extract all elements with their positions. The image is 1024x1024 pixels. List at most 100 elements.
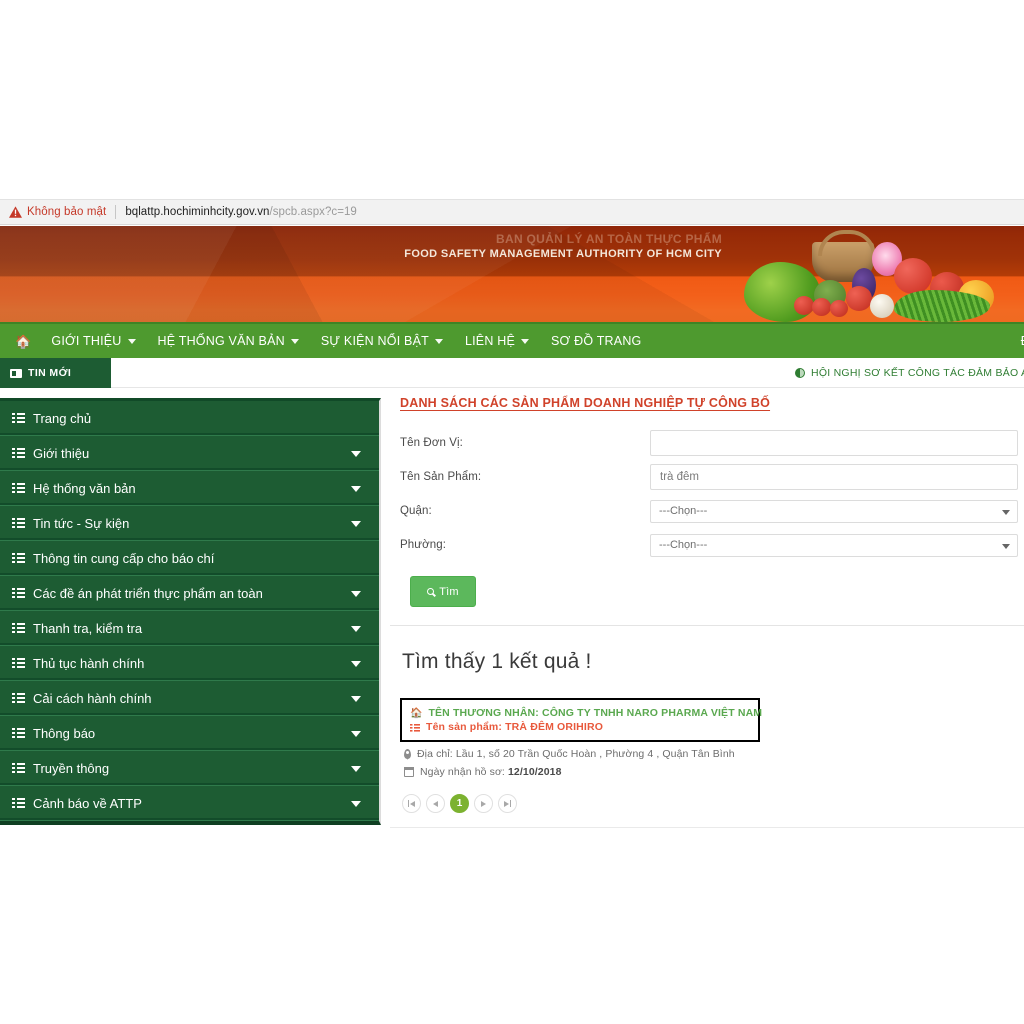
list-icon bbox=[12, 728, 25, 738]
sidebar-item-10[interactable]: Truyền thông bbox=[0, 751, 379, 786]
vegetables-image bbox=[686, 240, 1006, 322]
result-address: Địa chỉ: Lầu 1, số 20 Trần Quốc Hoàn , P… bbox=[417, 748, 735, 760]
unit-name-input[interactable] bbox=[650, 430, 1018, 456]
list-icon bbox=[410, 724, 420, 732]
calendar-icon bbox=[404, 768, 414, 777]
url-path: /spcb.aspx?c=19 bbox=[269, 206, 356, 218]
sidebar-item-9[interactable]: Thông báo bbox=[0, 716, 379, 751]
result-merchant-line: 🏠 TÊN THƯƠNG NHÂN: CÔNG TY TNHH NARO PHA… bbox=[410, 707, 750, 720]
tab-tin-moi[interactable]: TIN MỚI bbox=[0, 358, 111, 388]
chevron-down-icon[interactable] bbox=[351, 486, 361, 492]
magnifier-icon bbox=[427, 588, 434, 595]
sidebar-item-1[interactable]: Giới thiệu bbox=[0, 436, 379, 471]
clock-icon bbox=[795, 368, 805, 378]
tomato-decor bbox=[846, 286, 872, 311]
result-date-prefix: Ngày nhận hồ sơ: bbox=[420, 766, 508, 778]
chevron-down-icon[interactable] bbox=[351, 696, 361, 702]
chevron-down-icon[interactable] bbox=[351, 451, 361, 457]
result-count: Tìm thấy 1 kết quả ! bbox=[390, 626, 1024, 674]
nav-home[interactable]: 🏠 bbox=[8, 323, 40, 359]
sidebar-item-8[interactable]: Cải cách hành chính bbox=[0, 681, 379, 716]
result-highlight-box[interactable]: 🏠 TÊN THƯƠNG NHÂN: CÔNG TY TNHH NARO PHA… bbox=[400, 698, 760, 742]
banner-title: BAN QUẢN LÝ AN TOÀN THỰC PHẨM bbox=[0, 232, 722, 246]
district-select[interactable]: ---Chọn--- bbox=[650, 500, 1018, 523]
sidebar-item-label: Truyền thông bbox=[33, 761, 109, 776]
chevron-down-icon[interactable] bbox=[351, 731, 361, 737]
chevron-down-icon bbox=[1002, 544, 1010, 549]
chevron-down-icon[interactable] bbox=[351, 801, 361, 807]
chevron-down-icon[interactable] bbox=[351, 626, 361, 632]
main-content: DANH SÁCH CÁC SẢN PHẨM DOANH NGHIỆP TỰ C… bbox=[390, 390, 1024, 813]
prev-page-icon bbox=[433, 801, 438, 807]
search-button[interactable]: Tìm bbox=[410, 576, 476, 607]
result-date-label: Ngày nhận hồ sơ: 12/10/2018 bbox=[420, 766, 562, 778]
result-date-line: Ngày nhận hồ sơ: 12/10/2018 bbox=[404, 766, 1024, 778]
pagination-prev[interactable] bbox=[426, 794, 445, 813]
sidebar-item-label: Hệ thống văn bản bbox=[33, 481, 136, 496]
nav-label: GIỚI THIỆU bbox=[51, 334, 121, 348]
pagination-page-1[interactable]: 1 bbox=[450, 794, 469, 813]
search-form: Tên Đơn Vị: Tên Sản Phẩm: Quận: ---Chọn-… bbox=[390, 410, 1024, 607]
sidebar-item-5[interactable]: Các đề án phát triển thực phẩm an toàn bbox=[0, 576, 379, 611]
chevron-down-icon[interactable] bbox=[351, 766, 361, 772]
sidebar-item-label: Thủ tục hành chính bbox=[33, 656, 144, 671]
sidebar-item-3[interactable]: Tin tức - Sự kiện bbox=[0, 506, 379, 541]
sidebar-item-6[interactable]: Thanh tra, kiểm tra bbox=[0, 611, 379, 646]
label-unit: Tên Đơn Vị: bbox=[400, 437, 650, 449]
sidebar-item-11[interactable]: Cảnh báo về ATTP bbox=[0, 786, 379, 821]
district-selected-value: ---Chọn--- bbox=[659, 505, 707, 517]
page-root: Không bảo mật bqlattp.hochiminhcity.gov.… bbox=[0, 0, 1024, 1024]
site-banner: BAN QUẢN LÝ AN TOÀN THỰC PHẨM FOOD SAFET… bbox=[0, 226, 1024, 322]
sidebar-item-label: Cải cách hành chính bbox=[33, 691, 152, 706]
nav-label: LIÊN HỆ bbox=[465, 334, 515, 348]
pagination-last[interactable] bbox=[498, 794, 517, 813]
pagination-first[interactable] bbox=[402, 794, 421, 813]
sidebar-item-4[interactable]: Thông tin cung cấp cho báo chí bbox=[0, 541, 379, 576]
tab-label: TIN MỚI bbox=[28, 367, 71, 379]
list-icon bbox=[12, 413, 25, 423]
tomato-decor bbox=[812, 298, 831, 316]
nav-item-lien-he[interactable]: LIÊN HỆ bbox=[454, 323, 540, 359]
address-url[interactable]: bqlattp.hochiminhcity.gov.vn/spcb.aspx?c… bbox=[125, 206, 357, 218]
product-name-input[interactable] bbox=[650, 464, 1018, 490]
list-icon bbox=[12, 483, 25, 493]
browser-address-bar[interactable]: Không bảo mật bqlattp.hochiminhcity.gov.… bbox=[0, 199, 1024, 225]
product-name: Tên sản phẩm: TRÀ ĐÊM ORIHIRO bbox=[426, 721, 603, 733]
nav-item-he-thong-van-ban[interactable]: HỆ THỐNG VĂN BẢN bbox=[147, 323, 310, 359]
tomato-decor bbox=[894, 258, 932, 294]
chevron-down-icon bbox=[1002, 510, 1010, 515]
chevron-down-icon[interactable] bbox=[351, 521, 361, 527]
result-date-value: 12/10/2018 bbox=[508, 766, 562, 778]
sidebar-item-label: Các đề án phát triển thực phẩm an toàn bbox=[33, 586, 263, 601]
chevron-down-icon[interactable] bbox=[351, 661, 361, 667]
ward-select[interactable]: ---Chọn--- bbox=[650, 534, 1018, 557]
sidebar-item-label: Cảnh báo về ATTP bbox=[33, 796, 142, 811]
next-page-icon bbox=[481, 801, 486, 807]
security-label: Không bảo mật bbox=[27, 206, 106, 218]
url-domain: bqlattp.hochiminhcity.gov.vn bbox=[125, 206, 269, 218]
sidebar-item-2[interactable]: Hệ thống văn bản bbox=[0, 471, 379, 506]
list-icon bbox=[12, 553, 25, 563]
sidebar-item-7[interactable]: Thủ tục hành chính bbox=[0, 646, 379, 681]
location-pin-icon bbox=[404, 749, 411, 759]
nav-item-so-do-trang[interactable]: SƠ ĐỒ TRANG bbox=[540, 323, 652, 359]
sidebar-item-0[interactable]: Trang chủ bbox=[0, 401, 379, 436]
form-row-unit: Tên Đơn Vị: bbox=[400, 426, 1024, 460]
news-icon bbox=[10, 369, 22, 378]
result-product-line: Tên sản phẩm: TRÀ ĐÊM ORIHIRO bbox=[410, 721, 750, 733]
list-icon bbox=[12, 623, 25, 633]
warning-triangle-icon bbox=[9, 206, 22, 218]
chevron-down-icon[interactable] bbox=[351, 591, 361, 597]
news-ticker[interactable]: HỘI NGHỊ SƠ KẾT CÔNG TÁC ĐẢM BẢO AN T bbox=[795, 358, 1024, 388]
banner-subtitle: FOOD SAFETY MANAGEMENT AUTHORITY OF HCM … bbox=[0, 248, 722, 260]
chevron-down-icon bbox=[435, 339, 443, 344]
sidebar-item-label: Thanh tra, kiểm tra bbox=[33, 621, 142, 636]
tomato-decor bbox=[830, 300, 848, 317]
sidebar-item-label: Trang chủ bbox=[33, 411, 91, 426]
nav-item-su-kien-noi-bat[interactable]: SỰ KIỆN NỔI BẬT bbox=[310, 323, 454, 359]
content-bottom-divider bbox=[390, 827, 1024, 828]
top-navigation: 🏠 GIỚI THIỆU HỆ THỐNG VĂN BẢN SỰ KIỆN NỔ… bbox=[0, 322, 1024, 358]
nav-item-gioi-thieu[interactable]: GIỚI THIỆU bbox=[40, 323, 146, 359]
label-district: Quận: bbox=[400, 505, 650, 517]
pagination-next[interactable] bbox=[474, 794, 493, 813]
